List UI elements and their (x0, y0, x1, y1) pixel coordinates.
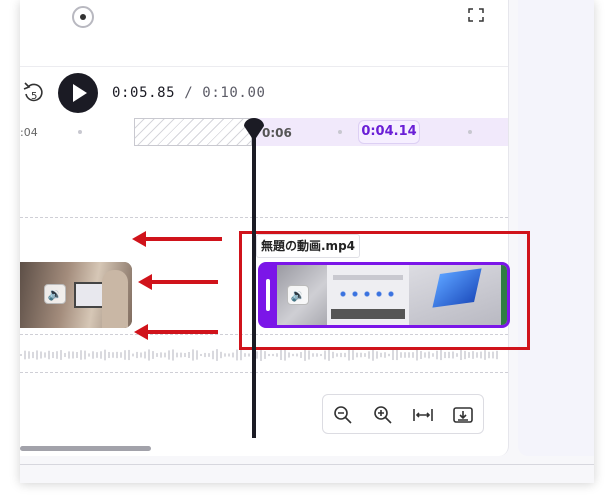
current-time: 0:05.85 (112, 85, 176, 101)
total-time: 0:10.00 (202, 85, 266, 101)
video-clip-left[interactable]: 🔉 (20, 262, 132, 328)
annotation-highlight-box (239, 231, 530, 350)
range-duration-badge: 0:04.14 (358, 120, 420, 144)
ruler-dot (338, 130, 342, 134)
screenshot-stage: 5 0:05.85 / 0:10.00 :04 0:06 0:04.14 🔉 🔉… (0, 0, 614, 500)
rewind-seconds-label: 5 (31, 91, 38, 102)
range-start-label: 0:06 (262, 126, 292, 140)
divider (20, 66, 508, 67)
trimmed-region (134, 118, 252, 146)
ruler-tick-label: :04 (20, 126, 38, 139)
track-divider (20, 372, 508, 373)
zoom-out-icon[interactable] (331, 403, 355, 427)
time-separator: / (184, 85, 194, 101)
fullscreen-icon[interactable] (468, 8, 484, 22)
annotation-arrow (134, 324, 218, 340)
ruler-dot (468, 130, 472, 134)
playhead[interactable] (252, 126, 256, 438)
side-panel (518, 0, 594, 456)
clip-thumbnail-person (102, 270, 128, 328)
horizontal-scrollbar[interactable] (20, 446, 151, 451)
ruler-dot (78, 130, 82, 134)
zoom-toolbar (322, 394, 484, 434)
playhead-handle[interactable] (242, 118, 266, 140)
speaker-icon[interactable]: 🔉 (44, 284, 66, 304)
record-icon[interactable] (72, 6, 94, 28)
time-readout: 0:05.85 / 0:10.00 (112, 85, 266, 101)
download-icon[interactable] (451, 403, 475, 427)
fit-width-icon[interactable] (411, 403, 435, 427)
annotation-arrow (132, 231, 222, 247)
bottom-strip (20, 464, 594, 483)
annotation-arrow (138, 274, 218, 290)
zoom-in-icon[interactable] (371, 403, 395, 427)
timeline-editor-panel (20, 0, 509, 456)
track-divider (20, 217, 508, 218)
play-button[interactable] (58, 73, 98, 113)
